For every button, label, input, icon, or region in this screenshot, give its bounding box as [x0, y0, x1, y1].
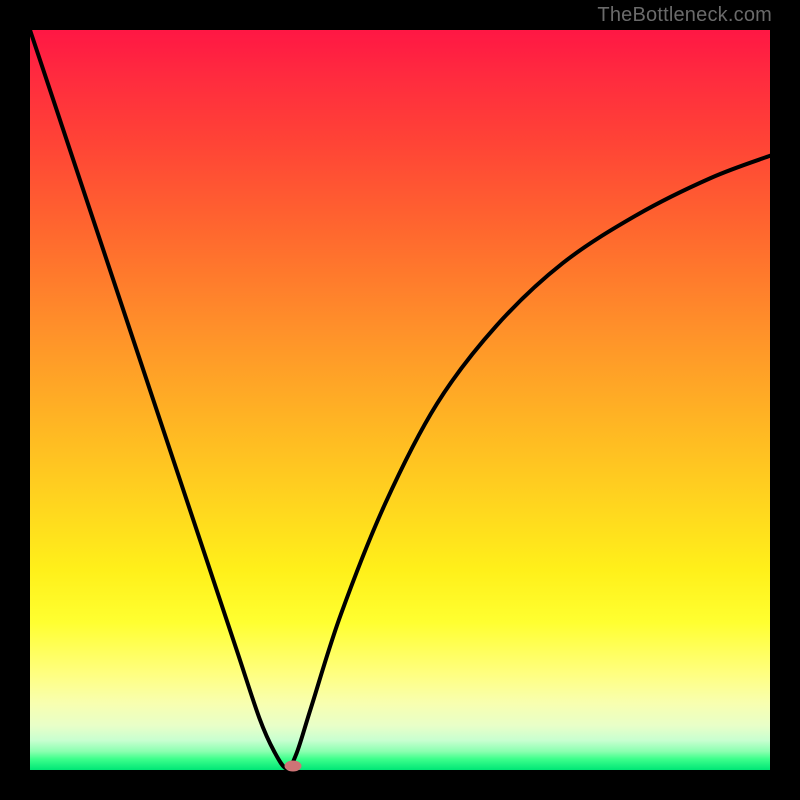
chart-frame: TheBottleneck.com	[0, 0, 800, 800]
optimum-marker	[284, 760, 301, 771]
bottleneck-curve	[30, 30, 770, 769]
plot-area	[30, 30, 770, 770]
watermark-text: TheBottleneck.com	[597, 4, 772, 27]
curve-svg	[30, 30, 770, 770]
